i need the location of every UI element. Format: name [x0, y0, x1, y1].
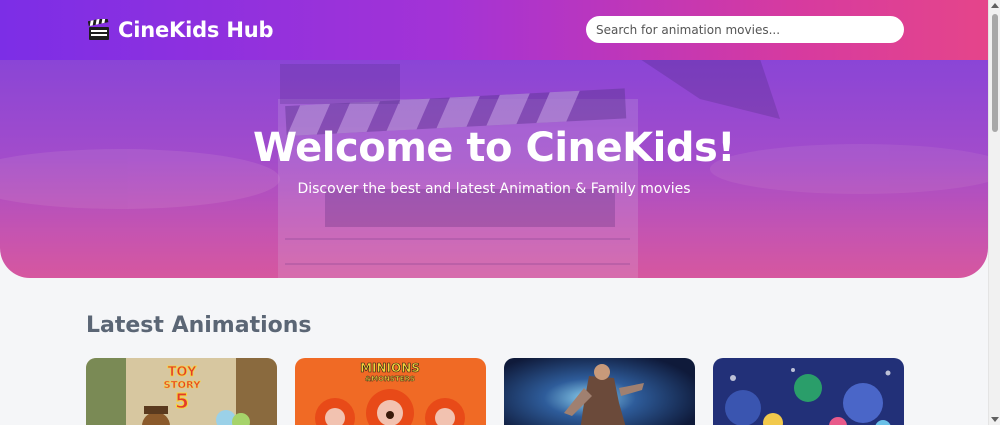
- hero-subtitle: Discover the best and latest Animation &…: [297, 181, 691, 197]
- app-title: CineKids Hub: [118, 18, 274, 42]
- search-input[interactable]: [586, 16, 904, 43]
- movie-card[interactable]: [504, 358, 695, 425]
- movie-poster: TOY STORY 5: [86, 358, 277, 425]
- movie-poster: [504, 358, 695, 425]
- poster-title-line-2: &MONSTERS: [365, 375, 415, 383]
- section-title: Latest Animations: [86, 313, 312, 338]
- brand-logo[interactable]: CineKids Hub: [87, 14, 274, 46]
- top-navbar: CineKids Hub: [0, 0, 988, 60]
- movie-card[interactable]: MINIONS &MONSTERS: [295, 358, 486, 425]
- poster-title-line-1: TOY: [168, 365, 197, 380]
- movie-card[interactable]: TOY STORY 5: [86, 358, 277, 425]
- movie-card[interactable]: [713, 358, 904, 425]
- hero-banner: Welcome to CineKids! Discover the best a…: [0, 59, 988, 278]
- movie-card-grid: TOY STORY 5 MINIONS &MONSTERS: [86, 358, 904, 425]
- poster-title-line-3: 5: [175, 389, 189, 413]
- movie-poster: [713, 358, 904, 425]
- clapperboard-icon: [87, 17, 110, 41]
- movie-poster: MINIONS &MONSTERS: [295, 358, 486, 425]
- scroll-down-arrow-icon[interactable]: [991, 417, 999, 422]
- scrollbar-thumb[interactable]: [992, 14, 998, 132]
- hero-title: Welcome to CineKids!: [252, 125, 736, 171]
- page-scrollbar[interactable]: [988, 0, 1000, 425]
- scroll-up-arrow-icon[interactable]: [991, 3, 999, 8]
- poster-title-line-1: MINIONS: [360, 361, 420, 375]
